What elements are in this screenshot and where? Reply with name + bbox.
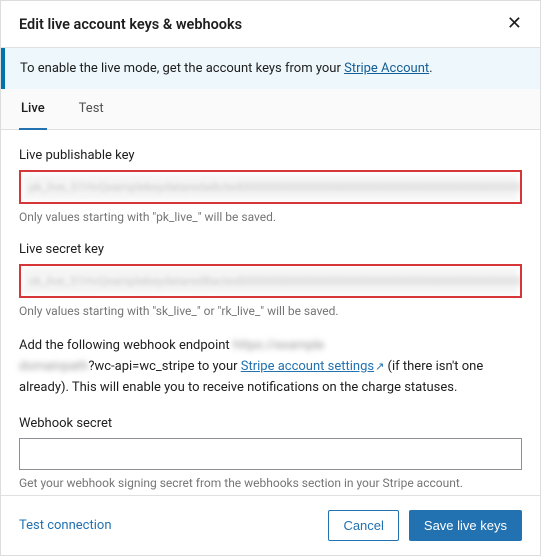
secret-key-label: Live secret key bbox=[19, 242, 522, 257]
publishable-key-input[interactable]: pk_live_51HvQxamplekeydatareda8cted00000… bbox=[23, 174, 518, 200]
dialog-content: Live publishable key pk_live_51HvQxample… bbox=[1, 130, 540, 495]
webhook-url-masked-2: domainpath bbox=[19, 359, 88, 374]
close-icon[interactable]: ✕ bbox=[507, 15, 522, 33]
mode-tabs: Live Test bbox=[1, 89, 540, 130]
webhook-secret-input[interactable] bbox=[19, 438, 522, 470]
tab-test[interactable]: Test bbox=[77, 89, 106, 129]
external-link-icon: ↗ bbox=[375, 358, 384, 376]
secret-key-box: sk_live_51HvQxamplekeydatared8acted00000… bbox=[19, 264, 522, 298]
webhook-mid: to your bbox=[194, 359, 240, 374]
webhook-intro: Add the following webhook endpoint bbox=[19, 338, 233, 353]
test-connection-link[interactable]: Test connection bbox=[19, 518, 112, 533]
footer-right: Cancel Save live keys bbox=[328, 510, 522, 541]
secret-key-input[interactable]: sk_live_51HvQxamplekeydatared8acted00000… bbox=[23, 268, 518, 294]
edit-keys-dialog: Edit live account keys & webhooks ✕ To e… bbox=[0, 0, 541, 556]
save-button[interactable]: Save live keys bbox=[409, 510, 522, 541]
stripe-settings-link-text: Stripe account settings bbox=[241, 359, 374, 374]
info-notice: To enable the live mode, get the account… bbox=[1, 48, 540, 89]
cancel-button[interactable]: Cancel bbox=[328, 510, 398, 541]
dialog-footer: Test connection Cancel Save live keys bbox=[1, 495, 540, 555]
stripe-account-link[interactable]: Stripe Account bbox=[344, 61, 429, 76]
webhook-url-masked-1: https://example bbox=[233, 338, 324, 353]
webhook-secret-label: Webhook secret bbox=[19, 416, 522, 431]
publishable-key-help: Only values starting with "pk_live_" wil… bbox=[19, 210, 522, 224]
publishable-key-box: pk_live_51HvQxamplekeydatareda8cted00000… bbox=[19, 170, 522, 204]
dialog-header: Edit live account keys & webhooks ✕ bbox=[1, 1, 540, 48]
notice-suffix: . bbox=[429, 61, 432, 76]
webhook-instructions: Add the following webhook endpoint https… bbox=[19, 336, 522, 398]
stripe-settings-link[interactable]: Stripe account settings↗ bbox=[241, 359, 385, 374]
publishable-key-label: Live publishable key bbox=[19, 148, 522, 163]
notice-text: To enable the live mode, get the account… bbox=[20, 61, 344, 76]
dialog-title: Edit live account keys & webhooks bbox=[19, 16, 242, 33]
tab-live[interactable]: Live bbox=[19, 89, 47, 130]
footer-left: Test connection bbox=[19, 518, 112, 533]
secret-key-help: Only values starting with "sk_live_" or … bbox=[19, 304, 522, 318]
webhook-secret-help: Get your webhook signing secret from the… bbox=[19, 476, 522, 490]
webhook-url-visible: ?wc-api=wc_stripe bbox=[88, 359, 194, 374]
